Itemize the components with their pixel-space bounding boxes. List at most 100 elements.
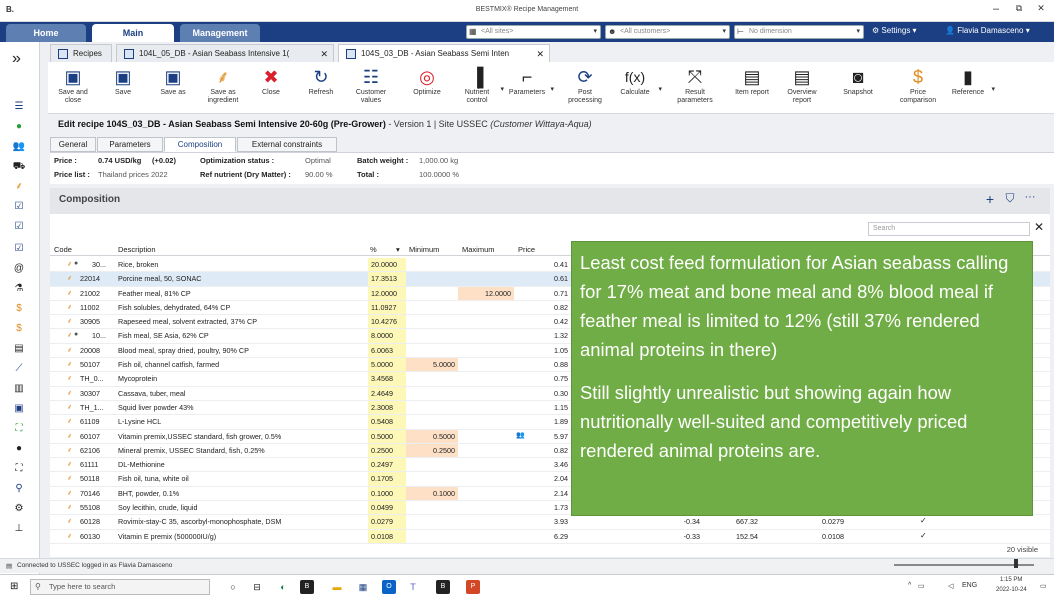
cell-maximum[interactable] xyxy=(458,487,514,500)
col-percent[interactable]: % xyxy=(370,245,377,254)
cell-minimum[interactable]: 5.0000 xyxy=(406,358,458,372)
save-as-ingredient-button[interactable]: ⸙ Save as ingredient xyxy=(202,65,244,105)
cell-maximum[interactable] xyxy=(458,344,514,357)
price-icon[interactable]: $ xyxy=(12,302,26,316)
bestmix-app-icon[interactable]: B xyxy=(300,580,314,594)
cell-minimum[interactable] xyxy=(406,301,458,314)
circle-icon[interactable]: ● xyxy=(12,442,26,456)
table-row[interactable]: ⸙ 60128 Rovimix-stay-C 35, ascorbyl-monoph… xyxy=(50,515,1050,530)
item-report-button[interactable]: ▤ Item report xyxy=(731,65,773,97)
table-row[interactable]: ⸙ 60130 Vitamin E premix (500000IU/g) 0.010… xyxy=(50,529,1050,544)
cell-percent[interactable]: 11.0927 xyxy=(368,300,406,315)
add-icon[interactable]: + xyxy=(982,191,998,207)
close-search-icon[interactable]: ✕ xyxy=(1034,220,1044,234)
taskbar-search-input[interactable]: ⚲ Type here to search xyxy=(30,579,210,595)
cell-minimum[interactable] xyxy=(406,344,458,357)
file-explorer-icon[interactable]: ▬ xyxy=(330,580,344,594)
cell-maximum[interactable] xyxy=(458,444,514,457)
cell-percent[interactable]: 0.2497 xyxy=(368,458,406,472)
cell-percent[interactable]: 0.5408 xyxy=(368,415,406,429)
chevron-down-icon[interactable]: ▾ xyxy=(500,85,504,93)
flask-icon[interactable]: ⚗ xyxy=(12,282,26,296)
nutrient-check-icon[interactable]: ☑ xyxy=(12,220,26,234)
at-icon[interactable]: @ xyxy=(12,262,26,276)
cell-percent[interactable]: 6.0063 xyxy=(368,343,406,358)
frame-icon[interactable]: ⛶ xyxy=(12,462,26,476)
sort-down-icon[interactable]: ▾ xyxy=(396,245,400,254)
cell-maximum[interactable] xyxy=(458,458,514,471)
filter-icon[interactable]: ⛉ xyxy=(1002,191,1018,206)
cell-minimum[interactable] xyxy=(406,372,458,385)
nav-tab-management[interactable]: Management xyxy=(180,24,260,42)
ingredient-icon[interactable]: ⸙ xyxy=(12,180,26,194)
tray-language[interactable]: ENG xyxy=(962,582,977,589)
tab-composition[interactable]: Composition xyxy=(164,137,236,152)
parameters-button[interactable]: ⌐ Parameters ▾ xyxy=(506,65,554,97)
cell-minimum[interactable]: 0.2500 xyxy=(406,443,458,458)
cell-maximum[interactable] xyxy=(458,358,514,371)
app-store-icon[interactable]: ▦ xyxy=(356,580,370,594)
chevron-down-icon[interactable]: ▾ xyxy=(991,85,995,93)
cell-maximum[interactable] xyxy=(458,329,514,342)
building-icon[interactable]: ▤ xyxy=(12,342,26,356)
bestmix-second-icon[interactable]: B xyxy=(436,580,450,594)
cell-percent[interactable]: 0.5000 xyxy=(368,429,406,443)
cell-minimum[interactable] xyxy=(406,530,458,543)
snapshot-button[interactable]: ◙ Snapshot xyxy=(837,65,879,97)
nav-tab-main[interactable]: Main xyxy=(92,24,174,42)
cell-minimum[interactable] xyxy=(406,515,458,528)
cell-maximum[interactable] xyxy=(458,430,514,443)
save-and-close-button[interactable]: ▣ Save and close xyxy=(52,65,94,105)
cell-percent[interactable]: 20.0000 xyxy=(368,258,406,272)
recipes-list-icon[interactable]: ☰ xyxy=(12,100,26,114)
result-parameters-button[interactable]: ⤧ Result parameters xyxy=(674,65,716,105)
cell-minimum[interactable] xyxy=(406,315,458,328)
cell-minimum[interactable]: 0.5000 xyxy=(406,429,458,443)
price-list-icon[interactable]: $ xyxy=(12,322,26,336)
zoom-slider-handle[interactable] xyxy=(1014,559,1018,568)
cell-percent[interactable]: 10.4276 xyxy=(368,315,406,329)
cell-percent[interactable]: 17.3513 xyxy=(368,272,406,286)
cell-minimum[interactable] xyxy=(406,415,458,428)
cell-maximum[interactable] xyxy=(458,272,514,285)
tab-general[interactable]: General xyxy=(50,137,96,152)
reference-button[interactable]: ▮ Reference ▾ xyxy=(947,65,995,97)
windows-start-icon[interactable]: ⊞ xyxy=(10,581,18,592)
chevron-down-icon[interactable]: ▾ xyxy=(550,85,554,93)
calculate-button[interactable]: f(x) Calculate ▾ xyxy=(614,65,662,97)
cell-maximum[interactable] xyxy=(458,401,514,414)
cell-maximum[interactable] xyxy=(458,515,514,528)
powerpoint-icon[interactable]: P xyxy=(466,580,480,594)
users-icon[interactable]: 👥 xyxy=(12,140,26,154)
database-icon[interactable]: ● xyxy=(12,120,26,134)
checkbox-icon[interactable]: ☑ xyxy=(12,200,26,214)
search-input[interactable]: Search xyxy=(868,222,1030,236)
cell-minimum[interactable] xyxy=(406,329,458,342)
cell-maximum[interactable] xyxy=(458,387,514,400)
cell-maximum[interactable] xyxy=(458,501,514,514)
truck-icon[interactable]: ⛟ xyxy=(12,160,26,174)
restore-button[interactable]: ⧉ xyxy=(1008,3,1030,14)
col-description[interactable]: Description xyxy=(118,245,156,254)
nutrient-control-button[interactable]: ▐ Nutrient control ▾ xyxy=(456,65,504,105)
teams-icon[interactable]: T xyxy=(406,580,420,594)
price-comparison-button[interactable]: $ Price comparison xyxy=(897,65,939,105)
doc-tab-104s[interactable]: 104S_03_DB - Asian Seabass Semi Inten ✕ xyxy=(338,44,550,62)
close-tab-icon[interactable]: ✕ xyxy=(536,45,544,62)
cell-percent[interactable]: 12.0000 xyxy=(368,286,406,300)
cell-maximum[interactable] xyxy=(458,372,514,385)
cell-percent[interactable]: 0.2500 xyxy=(368,443,406,458)
cell-minimum[interactable] xyxy=(406,472,458,485)
cell-minimum[interactable]: 0.1000 xyxy=(406,486,458,501)
overview-report-button[interactable]: ▤ Overview report xyxy=(781,65,823,105)
network-icon[interactable]: ▭ xyxy=(918,582,925,590)
cell-maximum[interactable] xyxy=(458,301,514,314)
dimension-select[interactable]: ⊢ No dimension ▾ xyxy=(734,25,864,39)
sound-icon[interactable]: ◁ xyxy=(948,582,953,590)
cell-maximum[interactable] xyxy=(458,258,514,271)
post-processing-button[interactable]: ⟳ Post processing xyxy=(564,65,606,105)
close-recipe-button[interactable]: ✖ Close xyxy=(250,65,292,97)
doc-tab-104l[interactable]: 104L_05_DB - Asian Seabass Intensive 1( … xyxy=(116,44,334,62)
tray-time[interactable]: 1:15 PM xyxy=(1000,577,1022,583)
cell-minimum[interactable] xyxy=(406,401,458,414)
